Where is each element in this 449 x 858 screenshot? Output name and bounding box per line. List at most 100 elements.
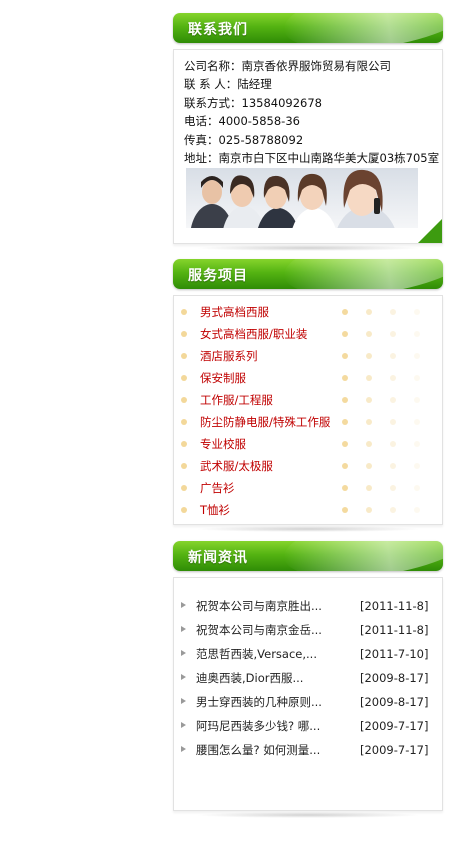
decorative-dot	[414, 441, 420, 447]
phone-label: 电话：	[184, 114, 219, 129]
mobile-label: 联系方式：	[184, 95, 242, 110]
company-row: 公司名称：南京香依界服饰贸易有限公司	[184, 57, 442, 75]
decorative-dot	[390, 485, 396, 491]
contact-box: 公司名称：南京香依界服饰贸易有限公司 联 系 人：陆经理 联系方式：135840…	[173, 49, 443, 251]
news-link[interactable]: 范思哲西装,Versace,...	[196, 642, 359, 666]
decorative-dot	[342, 375, 348, 381]
phone-row: 电话：4000-5858-36	[184, 112, 442, 130]
service-link[interactable]: 专业校服	[200, 433, 246, 455]
news-date: [2009-8-17]	[360, 695, 429, 709]
decorative-dot	[414, 397, 420, 403]
news-date: [2009-7-17]	[360, 743, 429, 757]
service-link[interactable]: 保安制服	[200, 367, 246, 389]
service-link[interactable]: 工作服/工程服	[200, 389, 273, 411]
list-item: 男士穿西装的几种原则... [2009-8-17]	[174, 690, 442, 714]
customer-service-photo	[186, 168, 418, 228]
decorative-dot	[342, 397, 348, 403]
news-link[interactable]: 迪奥西装,Dior西服...	[196, 666, 359, 690]
services-title: 服务项目	[188, 268, 248, 284]
service-link[interactable]: 武术服/太极服	[200, 455, 273, 477]
services-header: 服务项目	[173, 259, 443, 289]
service-link[interactable]: 女式高档西服/职业装	[200, 323, 307, 345]
contact-panel: 联系我们 公司名称：南京香依界服饰贸易有限公司 联 系 人：陆经理 联系方式：1…	[173, 13, 443, 251]
news-date: [2009-7-17]	[360, 719, 429, 733]
fax-label: 传真：	[184, 132, 219, 147]
person-label: 联 系 人：	[184, 77, 238, 92]
decorative-dot	[342, 441, 348, 447]
decorative-dot	[366, 353, 372, 359]
service-link[interactable]: T恤衫	[200, 499, 230, 521]
news-box: 祝贺本公司与南京胜出... [2011-11-8] 祝贺本公司与南京金岳... [2…	[173, 577, 443, 818]
decorative-dot	[366, 463, 372, 469]
list-item: 工作服/工程服	[174, 389, 442, 411]
fax-row: 传真：025-58788092	[184, 131, 442, 149]
service-link[interactable]: 防尘防静电服/特殊工作服	[200, 411, 330, 433]
services-panel: 服务项目 男式高档西服 女式高档西服/职业装 酒店服系列 保安制服 工作服/工程…	[173, 259, 443, 532]
arrow-right-icon	[181, 698, 186, 704]
news-date: [2011-11-8]	[360, 599, 429, 613]
news-date: [2011-7-10]	[360, 647, 429, 661]
services-list: 男式高档西服 女式高档西服/职业装 酒店服系列 保安制服 工作服/工程服 防尘防…	[174, 296, 442, 521]
decorative-dot	[366, 309, 372, 315]
news-link[interactable]: 腰围怎么量? 如何测量...	[196, 738, 359, 762]
bullet-dot-icon	[181, 397, 187, 403]
bullet-dot-icon	[181, 463, 187, 469]
decorative-dot	[390, 419, 396, 425]
news-date: [2011-11-8]	[360, 623, 429, 637]
mobile-row: 联系方式：13584092678	[184, 94, 442, 112]
news-link[interactable]: 男士穿西装的几种原则...	[196, 690, 359, 714]
news-link[interactable]: 阿玛尼西装多少钱? 哪...	[196, 714, 359, 738]
decorative-dot	[366, 441, 372, 447]
decorative-dot	[342, 485, 348, 491]
bullet-dot-icon	[181, 419, 187, 425]
decorative-dot	[342, 463, 348, 469]
decorative-dot	[342, 309, 348, 315]
decorative-dot	[414, 507, 420, 513]
news-panel: 新闻资讯 祝贺本公司与南京胜出... [2011-11-8] 祝贺本公司与南京金岳…	[173, 541, 443, 818]
bullet-dot-icon	[181, 507, 187, 513]
decorative-dot	[366, 375, 372, 381]
person-row: 联 系 人：陆经理	[184, 75, 442, 93]
list-item: 阿玛尼西装多少钱? 哪... [2009-7-17]	[174, 714, 442, 738]
decorative-dot	[414, 309, 420, 315]
decorative-dot	[414, 463, 420, 469]
list-item: 专业校服	[174, 433, 442, 455]
news-link[interactable]: 祝贺本公司与南京金岳...	[196, 618, 359, 642]
arrow-right-icon	[181, 602, 186, 608]
address-text: 南京市白下区中山南路华美大厦03栋705室	[218, 151, 440, 166]
list-item: 酒店服系列	[174, 345, 442, 367]
arrow-right-icon	[181, 650, 186, 656]
contact-title: 联系我们	[188, 22, 248, 38]
list-item: 武术服/太极服	[174, 455, 442, 477]
fax-number: 025-58788092	[218, 132, 304, 147]
decorative-dot	[414, 419, 420, 425]
decorative-dot	[390, 507, 396, 513]
decorative-dot	[342, 507, 348, 513]
decorative-dot	[414, 485, 420, 491]
phone-number: 4000-5858-36	[218, 114, 300, 129]
decorative-dot	[366, 331, 372, 337]
arrow-right-icon	[181, 722, 186, 728]
service-link[interactable]: 男式高档西服	[200, 301, 269, 323]
list-item: 防尘防静电服/特殊工作服	[174, 411, 442, 433]
decorative-dot	[390, 309, 396, 315]
mobile-number: 13584092678	[241, 95, 322, 110]
news-date: [2009-8-17]	[360, 671, 429, 685]
service-link[interactable]: 酒店服系列	[200, 345, 258, 367]
list-item: 范思哲西装,Versace,... [2011-7-10]	[174, 642, 442, 666]
news-link[interactable]: 祝贺本公司与南京胜出...	[196, 594, 359, 618]
corner-decoration	[418, 219, 442, 243]
address-row: 地址：南京市白下区中山南路华美大厦03栋705室	[184, 149, 442, 167]
news-title: 新闻资讯	[188, 550, 248, 566]
list-item: 保安制服	[174, 367, 442, 389]
decorative-dot	[414, 331, 420, 337]
decorative-dot	[390, 375, 396, 381]
list-item: 男式高档西服	[174, 301, 442, 323]
services-box: 男式高档西服 女式高档西服/职业装 酒店服系列 保安制服 工作服/工程服 防尘防…	[173, 295, 443, 532]
bullet-dot-icon	[181, 353, 187, 359]
service-link[interactable]: 广告衫	[200, 477, 235, 499]
address-label: 地址：	[184, 151, 219, 166]
decorative-dot	[342, 419, 348, 425]
list-item: 迪奥西装,Dior西服... [2009-8-17]	[174, 666, 442, 690]
bullet-dot-icon	[181, 331, 187, 337]
